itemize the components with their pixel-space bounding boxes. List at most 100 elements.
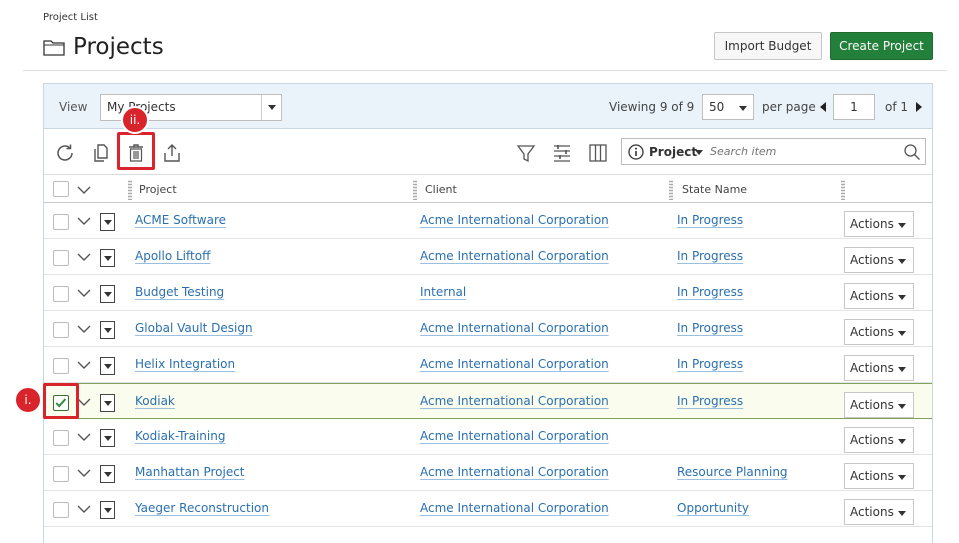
chevron-down-icon	[898, 367, 906, 372]
row-menu-button[interactable]	[100, 394, 115, 412]
next-page-button[interactable]	[916, 102, 922, 112]
per-page-select[interactable]: 50	[702, 94, 754, 120]
table-row[interactable]: Manhattan Project Acme International Corp…	[44, 455, 932, 491]
table-row[interactable]: ACME Software Acme International Corporat…	[44, 203, 932, 239]
column-resize-handle[interactable]	[413, 180, 417, 200]
row-menu-button[interactable]	[100, 249, 115, 267]
search-scope-dropdown[interactable]: Project	[649, 145, 697, 159]
create-project-button[interactable]: Create Project	[830, 32, 933, 60]
project-link[interactable]: Global Vault Design	[135, 321, 253, 335]
column-resize-handle[interactable]	[841, 180, 845, 200]
project-link[interactable]: ACME Software	[135, 213, 226, 227]
client-link[interactable]: Acme International Corporation	[420, 249, 609, 263]
select-all-checkbox[interactable]	[53, 181, 69, 197]
actions-button[interactable]: Actions	[844, 392, 914, 418]
table-row[interactable]: Budget Testing Internal In Progress Actions	[44, 275, 932, 311]
caret-down-icon	[103, 291, 112, 297]
project-link[interactable]: Budget Testing	[135, 285, 224, 299]
project-link[interactable]: Manhattan Project	[135, 465, 245, 479]
chevron-down-icon[interactable]	[695, 150, 703, 155]
table-row[interactable]: Yaeger Reconstruction Acme International …	[44, 491, 932, 527]
client-link[interactable]: Acme International Corporation	[420, 213, 609, 227]
column-header-state-name[interactable]: State Name	[682, 176, 747, 203]
client-link[interactable]: Internal	[420, 285, 466, 299]
row-checkbox[interactable]	[53, 502, 69, 518]
state-link[interactable]: In Progress	[677, 249, 743, 263]
page-number-input[interactable]: 1	[833, 94, 875, 120]
client-link[interactable]: Acme International Corporation	[420, 394, 609, 408]
callout-box-delete	[117, 132, 155, 170]
row-menu-button[interactable]	[100, 285, 115, 303]
chevron-down-icon[interactable]	[77, 504, 91, 514]
row-menu-button[interactable]	[100, 429, 115, 447]
state-link[interactable]: Resource Planning	[677, 465, 788, 479]
chevron-down-icon[interactable]	[77, 288, 91, 298]
row-checkbox[interactable]	[53, 358, 69, 374]
search-box: Project	[621, 138, 926, 165]
row-menu-button[interactable]	[100, 465, 115, 483]
project-link[interactable]: Kodiak	[135, 394, 175, 408]
row-menu-button[interactable]	[100, 213, 115, 231]
project-link[interactable]: Kodiak-Training	[135, 429, 225, 443]
actions-button[interactable]: Actions	[844, 355, 914, 381]
column-resize-handle[interactable]	[128, 180, 132, 200]
row-checkbox[interactable]	[53, 466, 69, 482]
row-menu-button[interactable]	[100, 357, 115, 375]
actions-button[interactable]: Actions	[844, 499, 914, 525]
chevron-down-icon[interactable]	[77, 468, 91, 478]
row-checkbox[interactable]	[53, 322, 69, 338]
actions-button[interactable]: Actions	[844, 427, 914, 453]
state-link[interactable]: In Progress	[677, 321, 743, 335]
row-menu-button[interactable]	[100, 501, 115, 519]
row-checkbox[interactable]	[53, 430, 69, 446]
table-row[interactable]: Kodiak-Training Acme International Corpor…	[44, 419, 932, 455]
row-checkbox[interactable]	[53, 250, 69, 266]
project-link[interactable]: Yaeger Reconstruction	[135, 501, 269, 515]
filter-icon[interactable]	[515, 142, 537, 164]
import-budget-button[interactable]: Import Budget	[714, 32, 822, 60]
chevron-down-icon[interactable]	[77, 216, 91, 226]
callout-box-checkbox	[43, 383, 79, 419]
row-menu-button[interactable]	[100, 321, 115, 339]
actions-button[interactable]: Actions	[844, 283, 914, 309]
previous-page-button[interactable]	[820, 102, 826, 112]
chevron-down-icon[interactable]	[77, 432, 91, 442]
client-link[interactable]: Acme International Corporation	[420, 321, 609, 335]
actions-button[interactable]: Actions	[844, 247, 914, 273]
row-checkbox[interactable]	[53, 214, 69, 230]
chevron-down-icon[interactable]	[77, 324, 91, 334]
state-link[interactable]: In Progress	[677, 285, 743, 299]
column-resize-handle[interactable]	[669, 180, 673, 200]
project-link[interactable]: Apollo Liftoff	[135, 249, 210, 263]
search-icon[interactable]	[903, 143, 921, 161]
state-link[interactable]: In Progress	[677, 357, 743, 371]
export-icon[interactable]	[161, 142, 183, 164]
column-settings-icon[interactable]	[551, 142, 573, 164]
column-header-client[interactable]: Client	[425, 176, 457, 203]
actions-button[interactable]: Actions	[844, 463, 914, 489]
chevron-down-icon[interactable]	[77, 397, 91, 407]
row-checkbox[interactable]	[53, 286, 69, 302]
refresh-icon[interactable]	[54, 142, 76, 164]
table-row[interactable]: Apollo Liftoff Acme International Corpora…	[44, 239, 932, 275]
state-link[interactable]: In Progress	[677, 394, 743, 408]
state-link[interactable]: Opportunity	[677, 501, 749, 515]
client-link[interactable]: Acme International Corporation	[420, 465, 609, 479]
columns-icon[interactable]	[587, 142, 609, 164]
chevron-down-icon[interactable]	[77, 185, 91, 195]
actions-button[interactable]: Actions	[844, 211, 914, 237]
chevron-down-icon[interactable]	[77, 252, 91, 262]
column-header-project[interactable]: Project	[139, 176, 177, 203]
chevron-down-icon[interactable]	[77, 360, 91, 370]
table-row[interactable]: Helix Integration Acme International Corp…	[44, 347, 932, 383]
table-row[interactable]: Kodiak Acme International Corporation In P…	[44, 383, 932, 419]
client-link[interactable]: Acme International Corporation	[420, 357, 609, 371]
state-link[interactable]: In Progress	[677, 213, 743, 227]
actions-button[interactable]: Actions	[844, 319, 914, 345]
client-link[interactable]: Acme International Corporation	[420, 501, 609, 515]
client-link[interactable]: Acme International Corporation	[420, 429, 609, 443]
table-row[interactable]: Global Vault Design Acme International Co…	[44, 311, 932, 347]
copy-icon[interactable]	[90, 142, 112, 164]
project-link[interactable]: Helix Integration	[135, 357, 235, 371]
search-input[interactable]	[708, 142, 898, 161]
